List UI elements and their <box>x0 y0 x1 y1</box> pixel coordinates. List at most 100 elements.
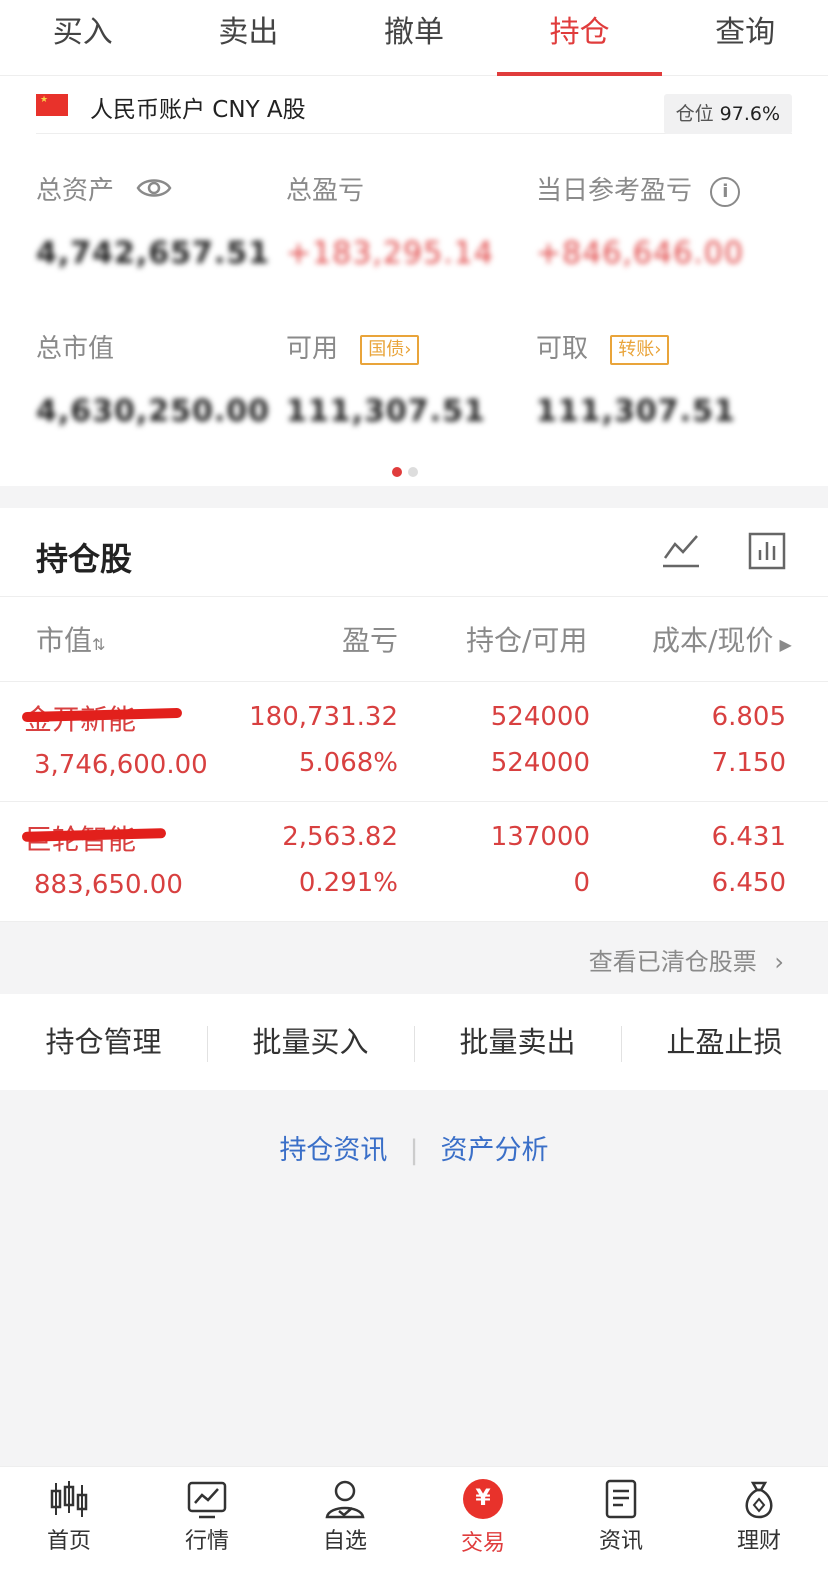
tab-sell[interactable]: 卖出 <box>166 0 332 75</box>
holdings-toolbar <box>619 532 786 574</box>
nav-home[interactable]: 首页 <box>0 1467 138 1581</box>
header-market-value-label: 市值 <box>36 624 93 657</box>
total-assets-value: 4,742,657.51 <box>36 236 271 271</box>
eye-icon[interactable] <box>136 176 172 207</box>
total-pnl-value: +183,295.14 <box>286 236 494 271</box>
account-row[interactable]: ★ 人民币账户 CNY A股 仓位 97.6% <box>36 88 792 134</box>
holding-actions: 持仓管理 批量买入 批量卖出 止盈止损 <box>0 994 828 1090</box>
header-market-value[interactable]: 市值⇅ <box>36 619 105 659</box>
position-value: 97.6% <box>719 103 780 125</box>
position-management-button[interactable]: 持仓管理 <box>0 994 207 1090</box>
nav-watchlist[interactable]: 自选 <box>276 1467 414 1581</box>
money-bag-icon <box>745 1481 773 1519</box>
row-pnl: 180,731.32 <box>249 702 398 732</box>
nav-wealth-label: 理财 <box>736 1529 781 1554</box>
row-pnl-pct: 0.291% <box>298 868 398 898</box>
tab-cancel[interactable]: 撤单 <box>331 0 497 75</box>
bond-tag-label: 国债 <box>368 338 405 360</box>
table-row[interactable]: 金开新能 3,746,600.00 180,731.32 5.068% 5240… <box>0 682 828 802</box>
holdings-header: 市值⇅ 盈亏 持仓/可用 成本/现价 ▶ <box>0 596 828 682</box>
row-position: 524000 <box>490 702 590 732</box>
batch-sell-button[interactable]: 批量卖出 <box>414 994 621 1090</box>
position-ratio-badge: 仓位 97.6% <box>663 94 792 134</box>
holdings-title: 持仓股 <box>36 540 133 578</box>
available-label: 可用 <box>286 334 339 364</box>
tab-buy[interactable]: 买入 <box>0 0 166 75</box>
nav-trade-label: 交易 <box>460 1531 505 1556</box>
line-chart-icon[interactable] <box>661 532 701 574</box>
header-position: 持仓/可用 <box>466 624 588 657</box>
transfer-tag-label: 转账 <box>618 338 655 360</box>
daily-pnl-label-wrap: 当日参考盈亏 i <box>536 170 741 207</box>
nav-wealth[interactable]: 理财 <box>690 1467 828 1581</box>
yuan-icon: ¥ <box>463 1479 503 1519</box>
header-pnl: 盈亏 <box>341 624 398 657</box>
withdrawable-label-wrap: 可取 转账› <box>536 328 670 365</box>
account-name: 人民币账户 CNY A股 <box>90 97 306 123</box>
sort-icon: ⇅ <box>92 635 106 654</box>
chevron-right-icon: › <box>774 948 784 976</box>
transfer-tag-button[interactable]: 转账› <box>610 334 670 365</box>
withdrawable-label: 可取 <box>536 334 589 364</box>
holdings-section: 持仓股 市值⇅ 盈亏 持仓/可用 成本/现价 ▶ 金开新能 3,746,600.0… <box>0 508 828 922</box>
cleared-stocks-bar: 查看已清仓股票 › <box>0 922 828 994</box>
row-position: 137000 <box>490 822 590 852</box>
bond-tag-button[interactable]: 国债› <box>360 334 420 365</box>
row-cost: 6.805 <box>711 702 786 732</box>
user-check-icon <box>325 1480 365 1519</box>
row-pnl: 2,563.82 <box>282 822 398 852</box>
holdings-news-link[interactable]: 持仓资讯 <box>257 1128 409 1167</box>
tab-query[interactable]: 查询 <box>662 0 828 75</box>
header-cost-price-label: 成本/现价 <box>652 624 774 657</box>
available-label-wrap: 可用 国债› <box>286 328 420 365</box>
nav-home-label: 首页 <box>46 1529 91 1554</box>
market-value-label: 总市值 <box>36 334 115 364</box>
china-flag-icon: ★ <box>36 94 68 116</box>
market-value-value: 4,630,250.00 <box>36 394 271 429</box>
nav-watchlist-label: 自选 <box>322 1529 367 1554</box>
total-assets-label: 总资产 <box>36 176 115 206</box>
info-icon[interactable]: i <box>710 176 741 207</box>
nav-news-label: 资讯 <box>598 1529 643 1554</box>
batch-buy-button[interactable]: 批量买入 <box>207 994 414 1090</box>
footer-links: 持仓资讯 | 资产分析 <box>0 1128 828 1167</box>
total-pnl-label: 总盈亏 <box>286 176 365 206</box>
cleared-stocks-label: 查看已清仓股票 <box>588 948 757 976</box>
total-assets-label-wrap: 总资产 <box>36 170 172 207</box>
table-row[interactable]: 巨轮智能 883,650.00 2,563.82 0.291% 137000 0… <box>0 802 828 922</box>
document-icon <box>605 1479 637 1519</box>
take-profit-stop-loss-button[interactable]: 止盈止损 <box>621 994 828 1090</box>
nav-news[interactable]: 资讯 <box>552 1467 690 1581</box>
nav-trade[interactable]: ¥ 交易 <box>414 1467 552 1581</box>
row-available: 0 <box>573 868 590 898</box>
top-tabs: 买入 卖出 撤单 持仓 查询 <box>0 0 828 76</box>
chart-monitor-icon <box>187 1481 227 1519</box>
caret-right-icon: ▶ <box>779 635 792 654</box>
page-dot-active <box>392 467 402 477</box>
header-cost-price[interactable]: 成本/现价 ▶ <box>652 619 792 659</box>
account-card: ★ 人民币账户 CNY A股 仓位 97.6% 总资产 4,742,657.51… <box>0 76 828 486</box>
row-price: 7.150 <box>711 748 786 778</box>
daily-pnl-label: 当日参考盈亏 <box>536 176 693 206</box>
cleared-stocks-link[interactable]: 查看已清仓股票 › <box>589 942 784 977</box>
daily-pnl-value: +846,646.00 <box>536 236 744 271</box>
candlestick-icon <box>50 1481 88 1517</box>
withdrawable-value: 111,307.51 <box>536 394 736 429</box>
row-market-value: 3,746,600.00 <box>34 750 208 780</box>
position-label: 仓位 <box>675 103 714 125</box>
page-indicator <box>392 462 424 481</box>
link-divider: | <box>409 1135 419 1166</box>
row-available: 524000 <box>490 748 590 778</box>
row-pnl-pct: 5.068% <box>298 748 398 778</box>
page-dot <box>408 467 418 477</box>
available-value: 111,307.51 <box>286 394 486 429</box>
bottom-nav: 首页 行情 自选 ¥ 交易 资讯 理财 <box>0 1466 828 1581</box>
row-price: 6.450 <box>711 868 786 898</box>
nav-market-label: 行情 <box>184 1529 229 1554</box>
nav-market[interactable]: 行情 <box>138 1467 276 1581</box>
row-market-value: 883,650.00 <box>34 870 183 900</box>
row-cost: 6.431 <box>711 822 786 852</box>
asset-analysis-link[interactable]: 资产分析 <box>419 1128 571 1167</box>
bar-chart-icon[interactable] <box>748 532 786 574</box>
tab-holdings[interactable]: 持仓 <box>496 0 663 76</box>
